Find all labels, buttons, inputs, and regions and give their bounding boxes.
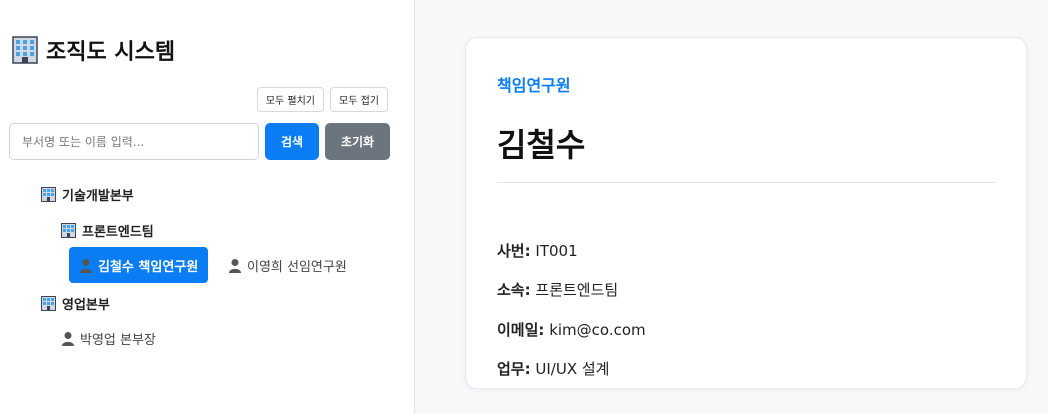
search-input[interactable] — [9, 123, 259, 160]
reset-button[interactable]: 초기화 — [325, 123, 390, 160]
app-title: 조직도 시스템 — [46, 40, 176, 65]
app-header: 조직도 시스템 — [12, 34, 175, 66]
detail-label: 사번: — [497, 242, 531, 260]
person-icon — [228, 258, 242, 273]
employee-detail-card: 책임연구원 김철수 사번: IT001 소속: 프론트엔드팀 이메일: kim@… — [465, 37, 1027, 389]
tree-node-label: 프론트엔드팀 — [82, 225, 154, 240]
building-icon — [61, 223, 76, 238]
building-icon — [41, 296, 56, 311]
tree-toolbar: 모두 펼치기 모두 접기 — [256, 87, 388, 112]
search-bar: 검색 초기화 — [9, 123, 390, 160]
expand-all-button[interactable]: 모두 펼치기 — [256, 87, 325, 112]
building-icon — [12, 36, 38, 64]
search-button[interactable]: 검색 — [265, 123, 319, 160]
detail-value: 프론트엔드팀 — [535, 281, 619, 299]
tree-node-label: 기술개발본부 — [62, 189, 134, 204]
detail-value: UI/UX 설계 — [535, 360, 610, 378]
detail-label: 이메일: — [497, 321, 545, 339]
employee-name: 김철수 — [497, 126, 586, 164]
tree-person-lee[interactable]: 이영희 선임연구원 — [218, 247, 357, 283]
tree-node-team-frontend[interactable]: 프론트엔드팀 — [61, 221, 154, 240]
detail-panel: 책임연구원 김철수 사번: IT001 소속: 프론트엔드팀 이메일: kim@… — [415, 0, 1048, 414]
detail-row-id: 사번: IT001 — [497, 240, 578, 261]
tree-node-dept-tech[interactable]: 기술개발본부 — [41, 185, 134, 204]
collapse-all-button[interactable]: 모두 접기 — [330, 87, 388, 112]
sidebar-panel: 조직도 시스템 모두 펼치기 모두 접기 검색 초기화 기술개발본부 프론트엔드 — [0, 0, 415, 414]
tree-person-park[interactable]: 박영업 본부장 — [51, 320, 166, 356]
tree-node-label: 영업본부 — [62, 298, 110, 313]
person-label: 김철수 책임연구원 — [98, 259, 199, 275]
detail-row-email: 이메일: kim@co.com — [497, 319, 646, 340]
employee-role: 책임연구원 — [497, 76, 571, 95]
app-root: 조직도 시스템 모두 펼치기 모두 접기 검색 초기화 기술개발본부 프론트엔드 — [0, 0, 1048, 414]
person-label: 박영업 본부장 — [80, 332, 156, 348]
person-icon — [61, 331, 75, 346]
detail-label: 업무: — [497, 360, 531, 378]
divider — [497, 182, 997, 183]
detail-value: kim@co.com — [549, 321, 646, 339]
detail-value: IT001 — [535, 242, 578, 260]
tree-person-kim[interactable]: 김철수 책임연구원 — [69, 247, 209, 283]
detail-row-dept: 소속: 프론트엔드팀 — [497, 279, 618, 300]
detail-label: 소속: — [497, 281, 531, 299]
building-icon — [41, 187, 56, 202]
person-icon — [79, 258, 93, 273]
tree-node-dept-sales[interactable]: 영업본부 — [41, 294, 110, 313]
detail-row-task: 업무: UI/UX 설계 — [497, 358, 609, 379]
person-label: 이영희 선임연구원 — [247, 259, 347, 275]
